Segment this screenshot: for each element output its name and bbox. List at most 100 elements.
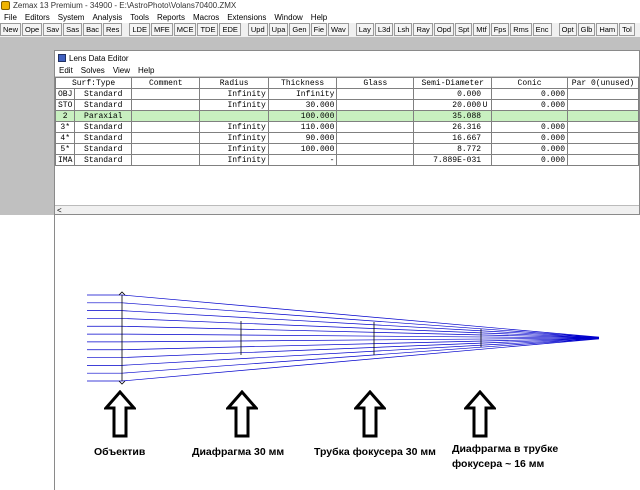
cell-glass[interactable] [336, 132, 415, 144]
menu-window[interactable]: Window [270, 13, 306, 22]
cell-glass[interactable] [336, 110, 415, 122]
lde-menu-help[interactable]: Help [134, 66, 158, 75]
toolbar-button-gen[interactable]: Gen [289, 23, 310, 36]
col-header-par-0-unused-[interactable]: Par 0(unused) [567, 77, 639, 89]
cell-type[interactable]: Standard [74, 154, 133, 166]
cell-glass[interactable] [336, 143, 415, 155]
table-row[interactable]: 4* Standard Infinity 90.000 16.667 0.000 [54, 132, 639, 144]
cell-glass[interactable] [336, 88, 415, 100]
toolbar-button-lay[interactable]: Lay [355, 23, 374, 36]
cell-type[interactable]: Paraxial [74, 110, 133, 122]
toolbar-button-fps[interactable]: Fps [490, 23, 510, 36]
toolbar-button-sav[interactable]: Sav [43, 23, 63, 36]
cell-thickness[interactable]: 100.000 [267, 143, 338, 155]
toolbar-button-wav[interactable]: Wav [328, 23, 349, 36]
cell-comment[interactable] [131, 88, 201, 100]
col-header-comment[interactable]: Comment [131, 77, 201, 89]
cell-surf[interactable]: IMA [54, 154, 76, 166]
toolbar-button-tde[interactable]: TDE [197, 23, 219, 36]
cell-conic[interactable]: 0.000 [491, 132, 569, 144]
cell-semi[interactable]: 16.667 [413, 132, 493, 144]
cell-radius[interactable]: Infinity [199, 99, 269, 111]
toolbar-button-spt[interactable]: Spt [455, 23, 473, 36]
cell-par0[interactable] [567, 143, 639, 155]
table-row[interactable]: 2 Paraxial 100.000 35.088 [54, 110, 639, 122]
cell-surf[interactable]: 4* [54, 132, 76, 144]
cell-par0[interactable] [567, 121, 639, 133]
toolbar-button-upd[interactable]: Upd [247, 23, 268, 36]
lde-menu-view[interactable]: View [109, 66, 134, 75]
menu-extensions[interactable]: Extensions [223, 13, 270, 22]
cell-thickness[interactable]: 30.000 [267, 99, 338, 111]
menu-macros[interactable]: Macros [189, 13, 223, 22]
cell-conic[interactable]: 0.000 [491, 154, 569, 166]
cell-semi[interactable]: 35.088 [413, 110, 493, 122]
cell-type[interactable]: Standard [74, 99, 133, 111]
cell-par0[interactable] [567, 99, 639, 111]
menu-help[interactable]: Help [307, 13, 331, 22]
cell-radius[interactable]: Infinity [199, 121, 269, 133]
cell-surf[interactable]: 2 [54, 110, 76, 122]
toolbar-button-upa[interactable]: Upa [268, 23, 289, 36]
cell-semi[interactable]: 8.772 [413, 143, 493, 155]
cell-comment[interactable] [131, 110, 201, 122]
lde-menu-edit[interactable]: Edit [55, 66, 77, 75]
toolbar-button-fie[interactable]: Fie [310, 23, 328, 36]
toolbar-button-opt[interactable]: Opt [558, 23, 577, 36]
toolbar-button-ope[interactable]: Ope [22, 23, 43, 36]
cell-glass[interactable] [336, 121, 415, 133]
cell-par0[interactable] [567, 132, 639, 144]
toolbar-button-glb[interactable]: Glb [577, 23, 596, 36]
toolbar-button-sas[interactable]: Sas [63, 23, 83, 36]
menu-editors[interactable]: Editors [21, 13, 54, 22]
cell-surf[interactable]: STO [54, 99, 76, 111]
cell-thickness[interactable]: - [267, 154, 338, 166]
cell-type[interactable]: Standard [74, 121, 133, 133]
col-header-thickness[interactable]: Thickness [267, 77, 338, 89]
cell-comment[interactable] [131, 143, 201, 155]
col-header-glass[interactable]: Glass [336, 77, 415, 89]
cell-type[interactable]: Standard [74, 143, 133, 155]
cell-thickness[interactable]: 110.000 [267, 121, 338, 133]
cell-semi[interactable]: 20.000 U [413, 99, 493, 111]
lde-horizontal-scrollbar[interactable]: < [55, 205, 639, 215]
cell-comment[interactable] [131, 99, 201, 111]
cell-surf[interactable]: 5* [54, 143, 76, 155]
cell-conic[interactable]: 0.000 [491, 143, 569, 155]
cell-semi[interactable]: 0.000 [413, 88, 493, 100]
lde-menu-solves[interactable]: Solves [77, 66, 109, 75]
toolbar-button-mfe[interactable]: MFE [150, 23, 173, 36]
toolbar-button-opd[interactable]: Opd [433, 23, 454, 36]
toolbar-button-new[interactable]: New [0, 23, 22, 36]
toolbar-button-res[interactable]: Res [103, 23, 123, 36]
toolbar-button-ham[interactable]: Ham [596, 23, 619, 36]
menu-system[interactable]: System [54, 13, 89, 22]
cell-semi[interactable]: 26.316 [413, 121, 493, 133]
cell-conic[interactable]: 0.000 [491, 121, 569, 133]
toolbar-button-mtf[interactable]: Mtf [473, 23, 490, 36]
cell-radius[interactable]: Infinity [199, 143, 269, 155]
cell-glass[interactable] [336, 99, 415, 111]
cell-conic[interactable]: 0.000 [491, 99, 569, 111]
cell-surf[interactable]: OBJ [54, 88, 76, 100]
cell-semi[interactable]: 7.889E-031 [413, 154, 493, 166]
cell-conic[interactable] [491, 110, 569, 122]
toolbar-button-l3d[interactable]: L3d [374, 23, 394, 36]
cell-radius[interactable]: Infinity [199, 132, 269, 144]
table-row[interactable]: OBJ Standard Infinity Infinity 0.000 0.000 [54, 88, 639, 100]
menu-tools[interactable]: Tools [126, 13, 153, 22]
cell-glass[interactable] [336, 154, 415, 166]
cell-thickness[interactable]: Infinity [267, 88, 338, 100]
cell-comment[interactable] [131, 121, 201, 133]
cell-radius[interactable] [199, 110, 269, 122]
menu-file[interactable]: File [0, 13, 21, 22]
cell-par0[interactable] [567, 88, 639, 100]
lens-data-editor-window[interactable]: Lens Data Editor Edit Solves View Help Surf… [54, 50, 640, 215]
cell-comment[interactable] [131, 154, 201, 166]
col-header-semi-diameter[interactable]: Semi-Diameter [413, 77, 493, 89]
lde-titlebar[interactable]: Lens Data Editor [55, 51, 639, 65]
table-row[interactable]: 3* Standard Infinity 110.000 26.316 0.000 [54, 121, 639, 133]
table-row[interactable]: 5* Standard Infinity 100.000 8.772 0.000 [54, 143, 639, 155]
toolbar-button-enc[interactable]: Enc [532, 23, 552, 36]
cell-type[interactable]: Standard [74, 88, 133, 100]
